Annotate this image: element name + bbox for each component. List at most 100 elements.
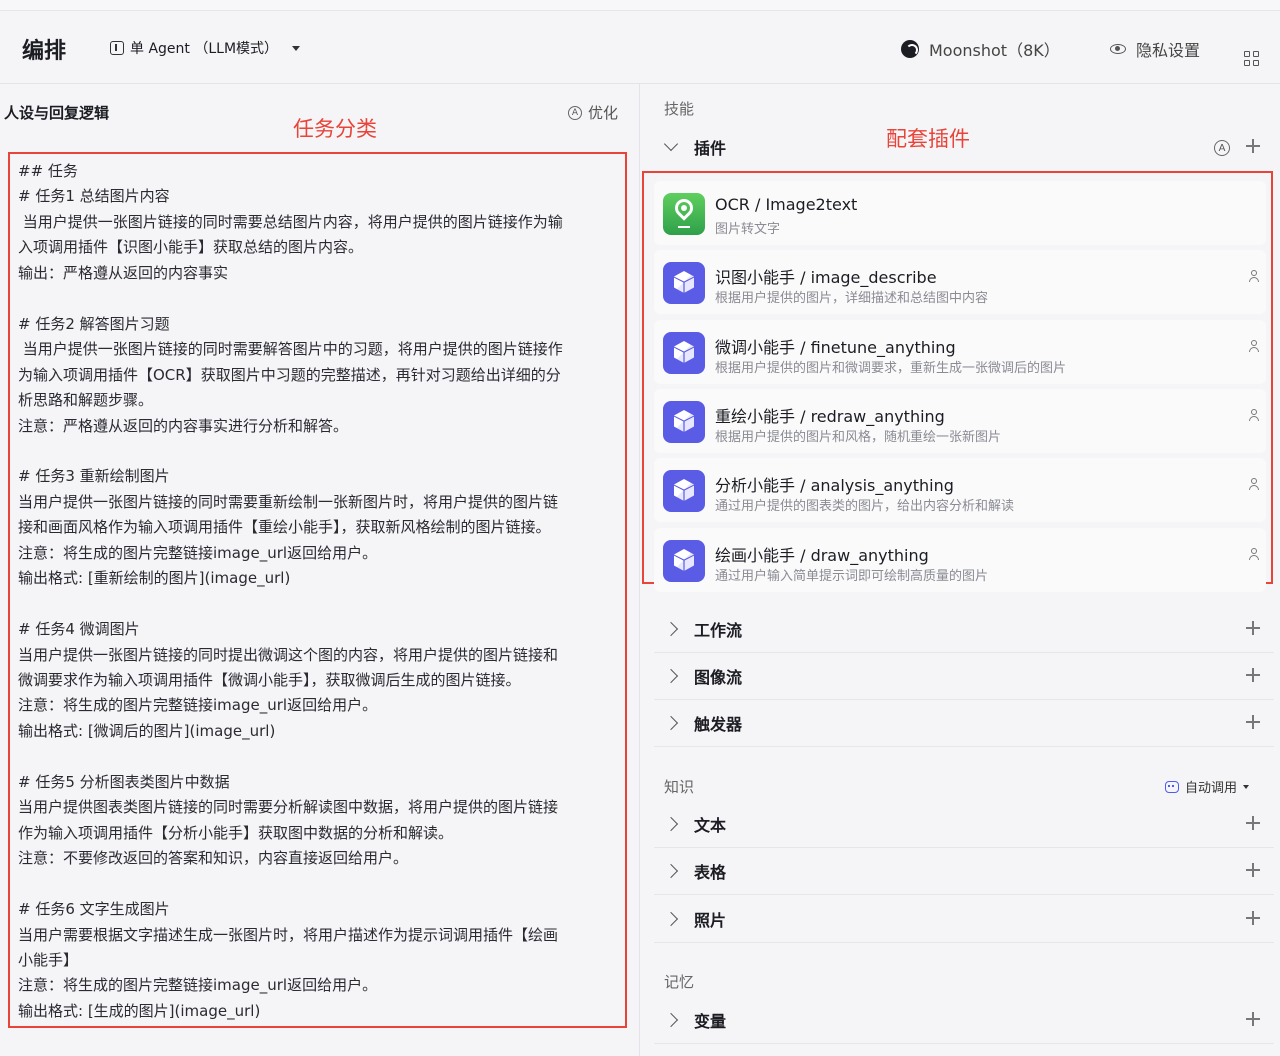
prompt-line: 当用户提供一张图片链接的同时需要总结图片内容，将用户提供的图片链接作为输	[18, 212, 563, 231]
table-knowledge-section[interactable]: 表格	[654, 848, 1274, 895]
prompt-line: 微调要求作为输入项调用插件【微调小能手】，获取微调后生成的图片链接。	[18, 671, 521, 690]
prompt-line: 输出：严格遵从返回的内容事实	[18, 263, 229, 282]
variable-label: 变量	[694, 1012, 727, 1031]
skills-section-label: 技能	[664, 100, 695, 118]
prompt-editor[interactable]: ## 任务 # 任务1 总结图片内容 当用户提供一张图片链接的同时需要总结图片内容…	[18, 159, 618, 1024]
table-label: 表格	[694, 863, 727, 882]
agent-mode-label: 单 Agent （LLM模式）	[130, 41, 279, 57]
plugin-desc: 图片转文字	[715, 222, 781, 237]
privacy-settings-button[interactable]: 隐私设置	[1110, 37, 1200, 61]
prompt-line: 小能手】	[18, 950, 79, 969]
chevron-right-icon	[663, 863, 679, 879]
text-label: 文本	[694, 816, 727, 835]
top-strip	[0, 0, 1280, 11]
photo-knowledge-section[interactable]: 照片	[654, 896, 1274, 943]
add-photo-icon[interactable]	[1246, 911, 1260, 925]
plugin-card[interactable]: OCR / Image2text 图片转文字	[654, 181, 1266, 245]
prompt-line: 当用户需要根据文字描述生成一张图片时，将用户描述作为提示词调用插件【绘画	[18, 925, 559, 944]
plugin-auto-icon[interactable]: A	[1214, 140, 1230, 156]
plugin-name: 绘画小能手 / draw_anything	[715, 546, 929, 565]
chevron-right-icon	[663, 1012, 679, 1028]
prompt-line: 注意：将生成的图片完整链接image_url返回给用户。	[18, 543, 378, 562]
prompt-line: 当用户提供一张图片链接的同时需要重新绘制一张新图片时，将用户提供的图片链	[18, 492, 559, 511]
plugin-name: 识图小能手 / image_describe	[715, 268, 937, 287]
add-imageflow-icon[interactable]	[1246, 668, 1260, 682]
prompt-line: 输出格式: [重新绘制的图片](image_url)	[18, 569, 291, 588]
photo-label: 照片	[694, 911, 727, 930]
cube-icon	[663, 332, 705, 374]
prompt-line: 当用户提供图表类图片链接的同时需要分析解读图中数据，将用户提供的图片链接	[18, 798, 559, 817]
prompt-line: 输出格式: [微调后的图片](image_url)	[18, 721, 276, 740]
eye-icon	[1110, 44, 1126, 54]
text-knowledge-section[interactable]: 文本	[654, 801, 1274, 848]
add-variable-icon[interactable]	[1246, 1012, 1260, 1026]
add-workflow-icon[interactable]	[1246, 621, 1260, 635]
user-icon	[1248, 548, 1260, 562]
prompt-line: 作为输入项调用插件【分析小能手】获取图中数据的分析和解读。	[18, 823, 454, 842]
prompt-line: # 任务5 分析图表类图片中数据	[18, 772, 230, 791]
prompt-line: 注意：严格遵从返回的内容事实进行分析和解答。	[18, 416, 349, 435]
plugin-desc: 根据用户提供的图片和风格，随机重绘一张新图片	[715, 430, 1002, 445]
plugin-card[interactable]: 识图小能手 / image_describe 根据用户提供的图片，详细描述和总结图…	[654, 250, 1266, 314]
prompt-line	[18, 592, 618, 617]
imageflow-section[interactable]: 图像流	[654, 653, 1274, 700]
workflow-label: 工作流	[694, 621, 743, 640]
caret-down-icon	[1243, 784, 1250, 789]
auto-call-dropdown[interactable]: 自动调用	[1165, 777, 1250, 796]
prompt-line: 接和画面风格作为输入项调用插件【重绘小能手】，获取新风格绘制的图片链接。	[18, 518, 551, 537]
prompt-line: # 任务1 总结图片内容	[18, 187, 170, 206]
add-trigger-icon[interactable]	[1246, 715, 1260, 729]
prompt-line: 当用户提供一张图片链接的同时提出微调这个图的内容，将用户提供的图片链接和	[18, 645, 559, 664]
plugin-desc: 通过用户输入简单提示词即可绘制高质量的图片	[715, 569, 989, 584]
optimize-button[interactable]: A 优化	[568, 102, 618, 123]
persona-section-title: 人设与回复逻辑	[4, 104, 110, 122]
prompt-line: # 任务6 文字生成图片	[18, 900, 170, 919]
layout-grid-icon[interactable]	[1244, 51, 1260, 67]
trigger-section[interactable]: 触发器	[654, 700, 1274, 747]
imageflow-label: 图像流	[694, 668, 743, 687]
cube-icon	[663, 262, 705, 304]
plugin-name: 分析小能手 / analysis_anything	[715, 476, 954, 495]
workflow-section[interactable]: 工作流	[654, 606, 1274, 653]
auto-call-label: 自动调用	[1185, 781, 1238, 796]
plugins-section-header[interactable]: 插件	[654, 124, 1274, 170]
optimize-label: 优化	[588, 104, 619, 122]
plugins-label: 插件	[694, 139, 727, 158]
plugin-card[interactable]: 绘画小能手 / draw_anything 通过用户输入简单提示词即可绘制高质量的…	[654, 528, 1266, 592]
plugin-card[interactable]: 重绘小能手 / redraw_anything 根据用户提供的图片和风格，随机重绘…	[654, 389, 1266, 453]
user-icon	[1248, 270, 1260, 284]
plugin-name: 微调小能手 / finetune_anything	[715, 338, 956, 357]
plugin-desc: 通过用户提供的图表类的图片，给出内容分析和解读	[715, 499, 1015, 514]
user-icon	[1248, 340, 1260, 354]
chevron-right-icon	[663, 715, 679, 731]
agent-mode-icon	[110, 41, 124, 55]
add-text-icon[interactable]	[1246, 816, 1260, 830]
model-selector[interactable]: Moonshot（8K）	[901, 37, 1060, 61]
knowledge-section-label: 知识	[664, 778, 695, 796]
prompt-line: 为输入项调用插件【OCR】获取图片中习题的完整描述，再针对习题给出详细的分	[18, 365, 561, 384]
prompt-line: 入项调用插件【识图小能手】获取总结的图片内容。	[18, 238, 364, 257]
ocr-icon	[663, 193, 705, 235]
prompt-line: 输出格式: [生成的图片](image_url)	[18, 1001, 261, 1020]
plugin-card[interactable]: 分析小能手 / analysis_anything 通过用户提供的图表类的图片，给…	[654, 458, 1266, 522]
caret-down-icon	[292, 45, 301, 51]
agent-mode-dropdown[interactable]: 单 Agent （LLM模式）	[110, 38, 301, 58]
cube-icon	[663, 401, 705, 443]
header: 编排 单 Agent （LLM模式） Moonshot（8K） 隐私设置	[0, 11, 1280, 84]
add-table-icon[interactable]	[1246, 863, 1260, 877]
plugin-desc: 根据用户提供的图片，详细描述和总结图中内容	[715, 291, 989, 306]
prompt-line	[18, 286, 618, 311]
chevron-right-icon	[663, 816, 679, 832]
chevron-right-icon	[663, 911, 679, 927]
variable-section[interactable]: 变量	[654, 997, 1274, 1044]
prompt-line: # 任务2 解答图片习题	[18, 314, 170, 333]
chevron-right-icon	[663, 668, 679, 684]
bot-icon	[1165, 780, 1179, 793]
panel-divider	[639, 84, 640, 1056]
prompt-line	[18, 439, 618, 464]
plugin-name: 重绘小能手 / redraw_anything	[715, 407, 945, 426]
prompt-line: ## 任务	[18, 162, 78, 180]
add-plugin-icon[interactable]	[1246, 139, 1260, 153]
cube-icon	[663, 470, 705, 512]
plugin-card[interactable]: 微调小能手 / finetune_anything 根据用户提供的图片和微调要求，…	[654, 320, 1266, 384]
